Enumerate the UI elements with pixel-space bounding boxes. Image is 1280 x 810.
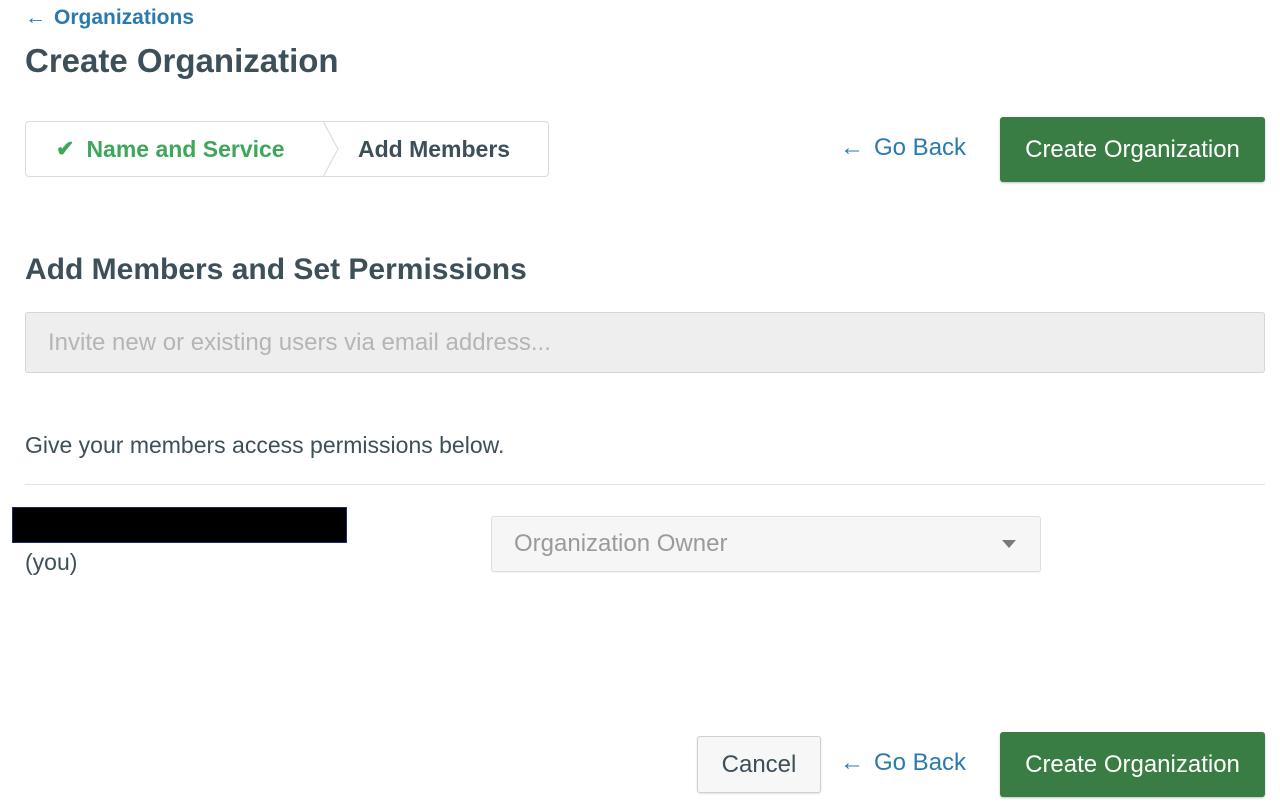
step-label: Name and Service	[86, 135, 285, 162]
left-arrow-icon: ←	[840, 134, 864, 161]
wizard-steps: ✔ Name and Service Add Members	[25, 121, 549, 177]
section-title: Add Members and Set Permissions	[25, 253, 527, 286]
go-back-label: Go Back	[874, 134, 967, 161]
invite-email-input[interactable]	[25, 312, 1265, 373]
step-name-and-service[interactable]: ✔ Name and Service	[26, 122, 338, 176]
page-title: Create Organization	[25, 42, 339, 79]
go-back-label: Go Back	[874, 749, 967, 776]
create-organization-button-top[interactable]: Create Organization	[1000, 117, 1265, 182]
member-name-redacted	[12, 507, 347, 543]
caret-down-icon	[1002, 540, 1016, 548]
create-organization-button-bottom[interactable]: Create Organization	[1000, 732, 1265, 797]
member-role-select[interactable]: Organization Owner	[491, 516, 1041, 572]
step-label: Add Members	[358, 135, 511, 162]
cancel-button[interactable]: Cancel	[697, 736, 821, 793]
divider	[25, 484, 1265, 485]
left-arrow-icon: ←	[25, 6, 46, 29]
go-back-link-bottom[interactable]: ← Go Back	[840, 749, 966, 777]
permissions-hint: Give your members access permissions bel…	[25, 432, 505, 458]
breadcrumb-organizations-link[interactable]: ← Organizations	[25, 6, 194, 30]
left-arrow-icon: ←	[840, 749, 864, 776]
member-you-label: (you)	[25, 549, 78, 575]
go-back-link-top[interactable]: ← Go Back	[840, 134, 966, 162]
role-select-value: Organization Owner	[514, 530, 728, 557]
step-add-members[interactable]: Add Members	[338, 122, 548, 176]
breadcrumb-label: Organizations	[54, 6, 195, 29]
check-icon: ✔	[56, 136, 75, 161]
